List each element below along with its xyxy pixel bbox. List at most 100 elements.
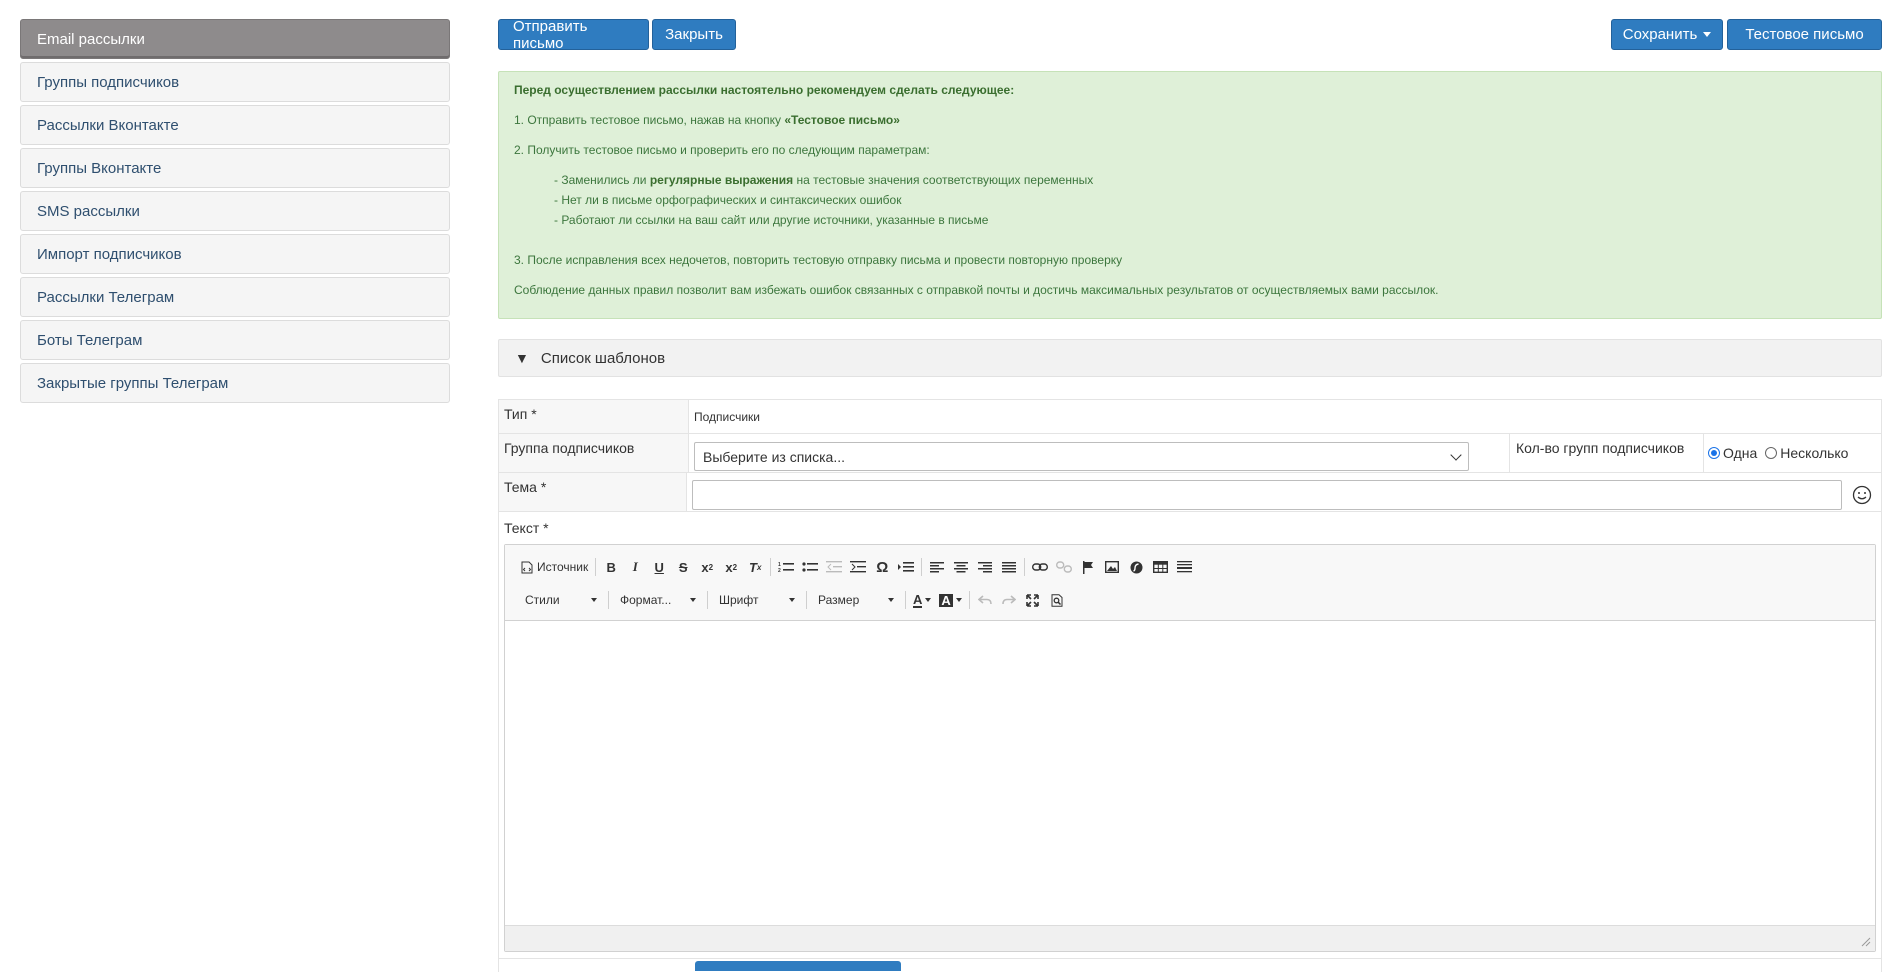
- styles-combo[interactable]: Стили: [517, 589, 601, 611]
- form-row-group: Группа подписчиков Выберите из списка...…: [499, 434, 1881, 473]
- outdent-icon[interactable]: [823, 556, 845, 578]
- alert-check3: - Работают ли ссылки на ваш сайт или дру…: [554, 213, 989, 227]
- source-label: Источник: [537, 560, 589, 574]
- align-justify-icon[interactable]: [998, 556, 1020, 578]
- sidebar-item-telegram-bots[interactable]: Боты Телеграм: [20, 320, 450, 360]
- radio-many-option[interactable]: Несколько: [1765, 445, 1848, 461]
- sidebar-item-email[interactable]: Email рассылки: [20, 19, 450, 59]
- flash-icon[interactable]: [1125, 556, 1147, 578]
- preview-icon[interactable]: [1046, 589, 1068, 611]
- remove-format-icon[interactable]: Tx: [744, 556, 766, 578]
- subject-input[interactable]: [692, 480, 1842, 510]
- form-row-subject: Тема *: [499, 473, 1881, 512]
- sidebar-item-label: Импорт подписчиков: [37, 245, 182, 263]
- test-email-button[interactable]: Тестовое письмо: [1727, 19, 1882, 50]
- sidebar-item-label: Email рассылки: [37, 30, 145, 48]
- rich-text-editor: Источник B I U S x2 x2 Tx 12 Ω Стили Фор…: [504, 544, 1876, 952]
- styles-label: Стили: [525, 593, 560, 607]
- dropdown-arrow-icon: [591, 598, 597, 602]
- special-char-icon[interactable]: Ω: [871, 556, 893, 578]
- sidebar-item-telegram-closed-groups[interactable]: Закрытые группы Телеграм: [20, 363, 450, 403]
- type-value: Подписчики: [694, 410, 761, 424]
- table-icon[interactable]: [1149, 556, 1171, 578]
- sidebar-item-subscriber-groups[interactable]: Группы подписчиков: [20, 62, 450, 102]
- radio-one-option[interactable]: Одна: [1708, 445, 1757, 461]
- emoji-icon[interactable]: [1848, 481, 1876, 509]
- form-row-next: [499, 958, 1881, 972]
- form-row-type: Тип * Подписчики: [499, 400, 1881, 434]
- next-button-stub[interactable]: [695, 961, 901, 971]
- sidebar-item-telegram-mailings[interactable]: Рассылки Телеграм: [20, 277, 450, 317]
- dropdown-arrow-icon: [690, 598, 696, 602]
- close-button[interactable]: Закрыть: [652, 19, 736, 50]
- size-label: Размер: [818, 593, 860, 607]
- templates-collapsible[interactable]: ▼ Список шаблонов: [498, 339, 1882, 377]
- caret-down-icon: [1703, 32, 1712, 37]
- radio-many[interactable]: [1765, 447, 1778, 460]
- sidebar-item-label: Рассылки Телеграм: [37, 288, 175, 306]
- alert-check2: - Нет ли в письме орфографических и синт…: [554, 193, 902, 207]
- triangle-down-icon: ▼: [515, 350, 529, 366]
- sidebar-item-label: Рассылки Вконтакте: [37, 116, 179, 134]
- dropdown-arrow-icon: [789, 598, 795, 602]
- background-color-icon[interactable]: A: [936, 589, 964, 611]
- alert-heading: Перед осуществлением рассылки настоятель…: [514, 83, 1015, 97]
- indent-icon[interactable]: [847, 556, 869, 578]
- align-right-icon[interactable]: [974, 556, 996, 578]
- sidebar-item-import[interactable]: Импорт подписчиков: [20, 234, 450, 274]
- italic-icon[interactable]: I: [624, 556, 646, 578]
- text-color-icon[interactable]: A: [910, 589, 934, 611]
- alert-check1-suffix: на тестовые значения соответствующих пер…: [793, 173, 1094, 187]
- sidebar-item-vk-groups[interactable]: Группы Вконтакте: [20, 148, 450, 188]
- sidebar: Email рассылки Группы подписчиков Рассыл…: [20, 19, 450, 406]
- sidebar-item-sms[interactable]: SMS рассылки: [20, 191, 450, 231]
- bulleted-list-icon[interactable]: [799, 556, 821, 578]
- blockquote-icon[interactable]: [895, 556, 917, 578]
- font-combo[interactable]: Шрифт: [711, 589, 799, 611]
- source-button[interactable]: Источник: [518, 556, 591, 578]
- horizontal-rule-icon[interactable]: [1173, 556, 1195, 578]
- anchor-flag-icon[interactable]: [1077, 556, 1099, 578]
- subscriber-group-label: Группа подписчиков: [499, 434, 689, 472]
- maximize-icon[interactable]: [1022, 589, 1044, 611]
- alert-check1-bold: регулярные выражения: [649, 173, 794, 187]
- sidebar-item-label: Закрытые группы Телеграм: [37, 374, 229, 392]
- undo-icon[interactable]: [974, 589, 996, 611]
- templates-label: Список шаблонов: [540, 349, 666, 367]
- radio-one[interactable]: [1708, 447, 1720, 460]
- recommendations-alert: Перед осуществлением рассылки настоятель…: [498, 71, 1882, 319]
- strikethrough-icon[interactable]: S: [672, 556, 694, 578]
- chevron-down-icon: [1450, 448, 1462, 461]
- send-email-button[interactable]: Отправить письмо: [498, 18, 649, 52]
- mailing-form: Тип * Подписчики Группа подписчиков Выбе…: [498, 399, 1882, 972]
- sidebar-item-label: Группы Вконтакте: [37, 159, 162, 177]
- unlink-icon[interactable]: [1053, 556, 1075, 578]
- superscript-icon[interactable]: x2: [720, 556, 742, 578]
- alert-step1-bold: «Тестовое письмо»: [784, 113, 900, 127]
- action-toolbar: Отправить письмо Закрыть Сохранить Тесто…: [498, 18, 1882, 52]
- image-icon[interactable]: [1101, 556, 1123, 578]
- group-count-label: Кол-во групп подписчиков: [1509, 434, 1704, 472]
- format-combo[interactable]: Формат...: [612, 589, 700, 611]
- resize-grip-icon[interactable]: [1861, 937, 1871, 947]
- editor-content-area[interactable]: [505, 622, 1875, 925]
- sidebar-item-vk-mailings[interactable]: Рассылки Вконтакте: [20, 105, 450, 145]
- sidebar-item-label: SMS рассылки: [37, 202, 140, 220]
- numbered-list-icon[interactable]: 12: [775, 556, 797, 578]
- link-icon[interactable]: [1029, 556, 1051, 578]
- bold-icon[interactable]: B: [600, 556, 622, 578]
- redo-icon[interactable]: [998, 589, 1020, 611]
- subscriber-group-select[interactable]: Выберите из списка...: [694, 442, 1469, 471]
- radio-one-label: Одна: [1723, 445, 1758, 461]
- underline-icon[interactable]: U: [648, 556, 670, 578]
- subscript-icon[interactable]: x2: [696, 556, 718, 578]
- radio-many-label: Несколько: [1780, 445, 1849, 461]
- editor-footer: [505, 925, 1875, 951]
- alert-step3: 3. После исправления всех недочетов, пов…: [514, 253, 1123, 267]
- save-dropdown-button[interactable]: Сохранить: [1611, 19, 1723, 50]
- alert-check1: - Заменились ли: [554, 173, 650, 187]
- alert-footer: Соблюдение данных правил позволит вам из…: [514, 283, 1439, 297]
- align-left-icon[interactable]: [926, 556, 948, 578]
- size-combo[interactable]: Размер: [810, 589, 898, 611]
- align-center-icon[interactable]: [950, 556, 972, 578]
